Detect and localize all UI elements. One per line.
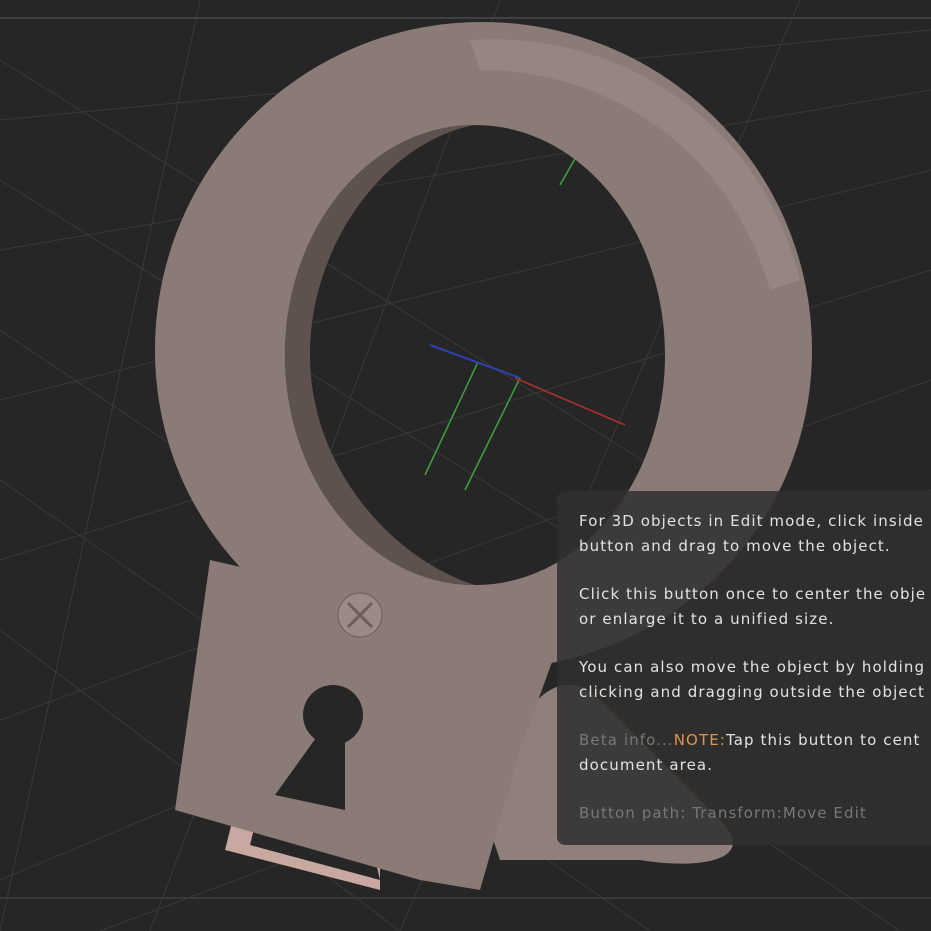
tooltip-text: For 3D objects in Edit mode, click insid… — [579, 512, 924, 530]
tooltip-text: Tap this button to cent — [725, 731, 921, 749]
tooltip-move-edit: For 3D objects in Edit mode, click insid… — [557, 491, 931, 845]
tooltip-text: document area. — [579, 755, 714, 774]
note-label: NOTE: — [673, 731, 726, 749]
button-path: Button path: Transform:Move Edit — [579, 804, 867, 822]
tooltip-text: clicking and dragging outside the object — [579, 682, 926, 701]
tooltip-text: or enlarge it to a unified size. — [579, 609, 835, 628]
tooltip-text: button and drag to move the object. — [579, 536, 891, 555]
tooltip-text: Click this button once to center the obj… — [579, 585, 927, 603]
tooltip-text: You can also move the object by holding — [579, 658, 926, 676]
axis-lines — [424, 149, 626, 491]
beta-info-label: Beta info... — [579, 731, 674, 749]
